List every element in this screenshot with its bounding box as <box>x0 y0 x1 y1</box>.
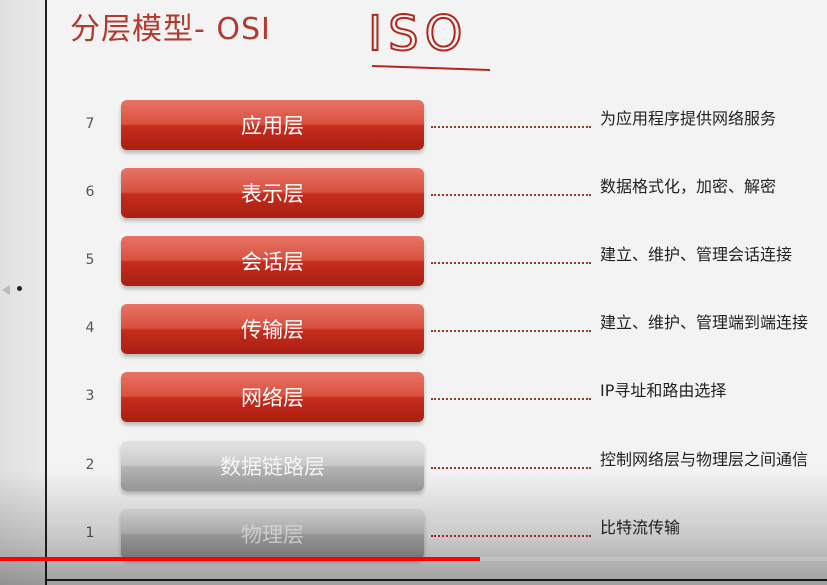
leader-dots <box>431 330 591 332</box>
leader-dots <box>431 194 591 196</box>
layer-number: 4 <box>85 320 95 336</box>
layer-bar: 会话层 <box>121 236 424 286</box>
layer-description: 为应用程序提供网络服务 <box>600 109 777 128</box>
layer-number: 6 <box>85 184 95 200</box>
layer-bar: 传输层 <box>121 304 424 354</box>
layer-description: 建立、维护、管理端到端连接 <box>600 313 809 332</box>
layer-bar: 网络层 <box>121 372 424 422</box>
layer-bar: 表示层 <box>121 168 424 218</box>
slide-frame-bottom <box>45 579 827 581</box>
layer-description: 控制网络层与物理层之间通信 <box>600 450 809 469</box>
layer-description: 数据格式化，加密、解密 <box>600 177 777 196</box>
layer-bar: 应用层 <box>121 100 424 150</box>
layer-number: 5 <box>85 252 95 268</box>
video-progress-fill[interactable] <box>0 557 480 561</box>
leader-dots <box>431 262 591 264</box>
layer-description: 比特流传输 <box>600 518 681 537</box>
layer-bar: 物理层 <box>121 509 424 559</box>
svg-text:ISO: ISO <box>368 6 468 62</box>
slide-frame-left <box>45 0 47 585</box>
bullet-dot <box>17 286 22 291</box>
layer-description: IP寻址和路由选择 <box>600 381 727 400</box>
leader-dots <box>431 398 591 400</box>
side-panel-handle-icon[interactable] <box>0 281 12 295</box>
handwritten-iso-annotation: ISO <box>367 5 491 71</box>
leader-dots <box>431 467 591 469</box>
layer-number: 2 <box>85 457 95 473</box>
leader-dots <box>431 126 591 128</box>
layer-number: 3 <box>85 388 95 404</box>
layer-description: 建立、维护、管理会话连接 <box>600 245 793 264</box>
page-title: 分层模型- OSI <box>70 12 271 47</box>
layer-number: 1 <box>85 525 95 541</box>
layer-bar: 数据链路层 <box>121 441 424 491</box>
slide-area <box>47 0 827 579</box>
layer-number: 7 <box>85 116 95 132</box>
leader-dots <box>431 535 591 537</box>
